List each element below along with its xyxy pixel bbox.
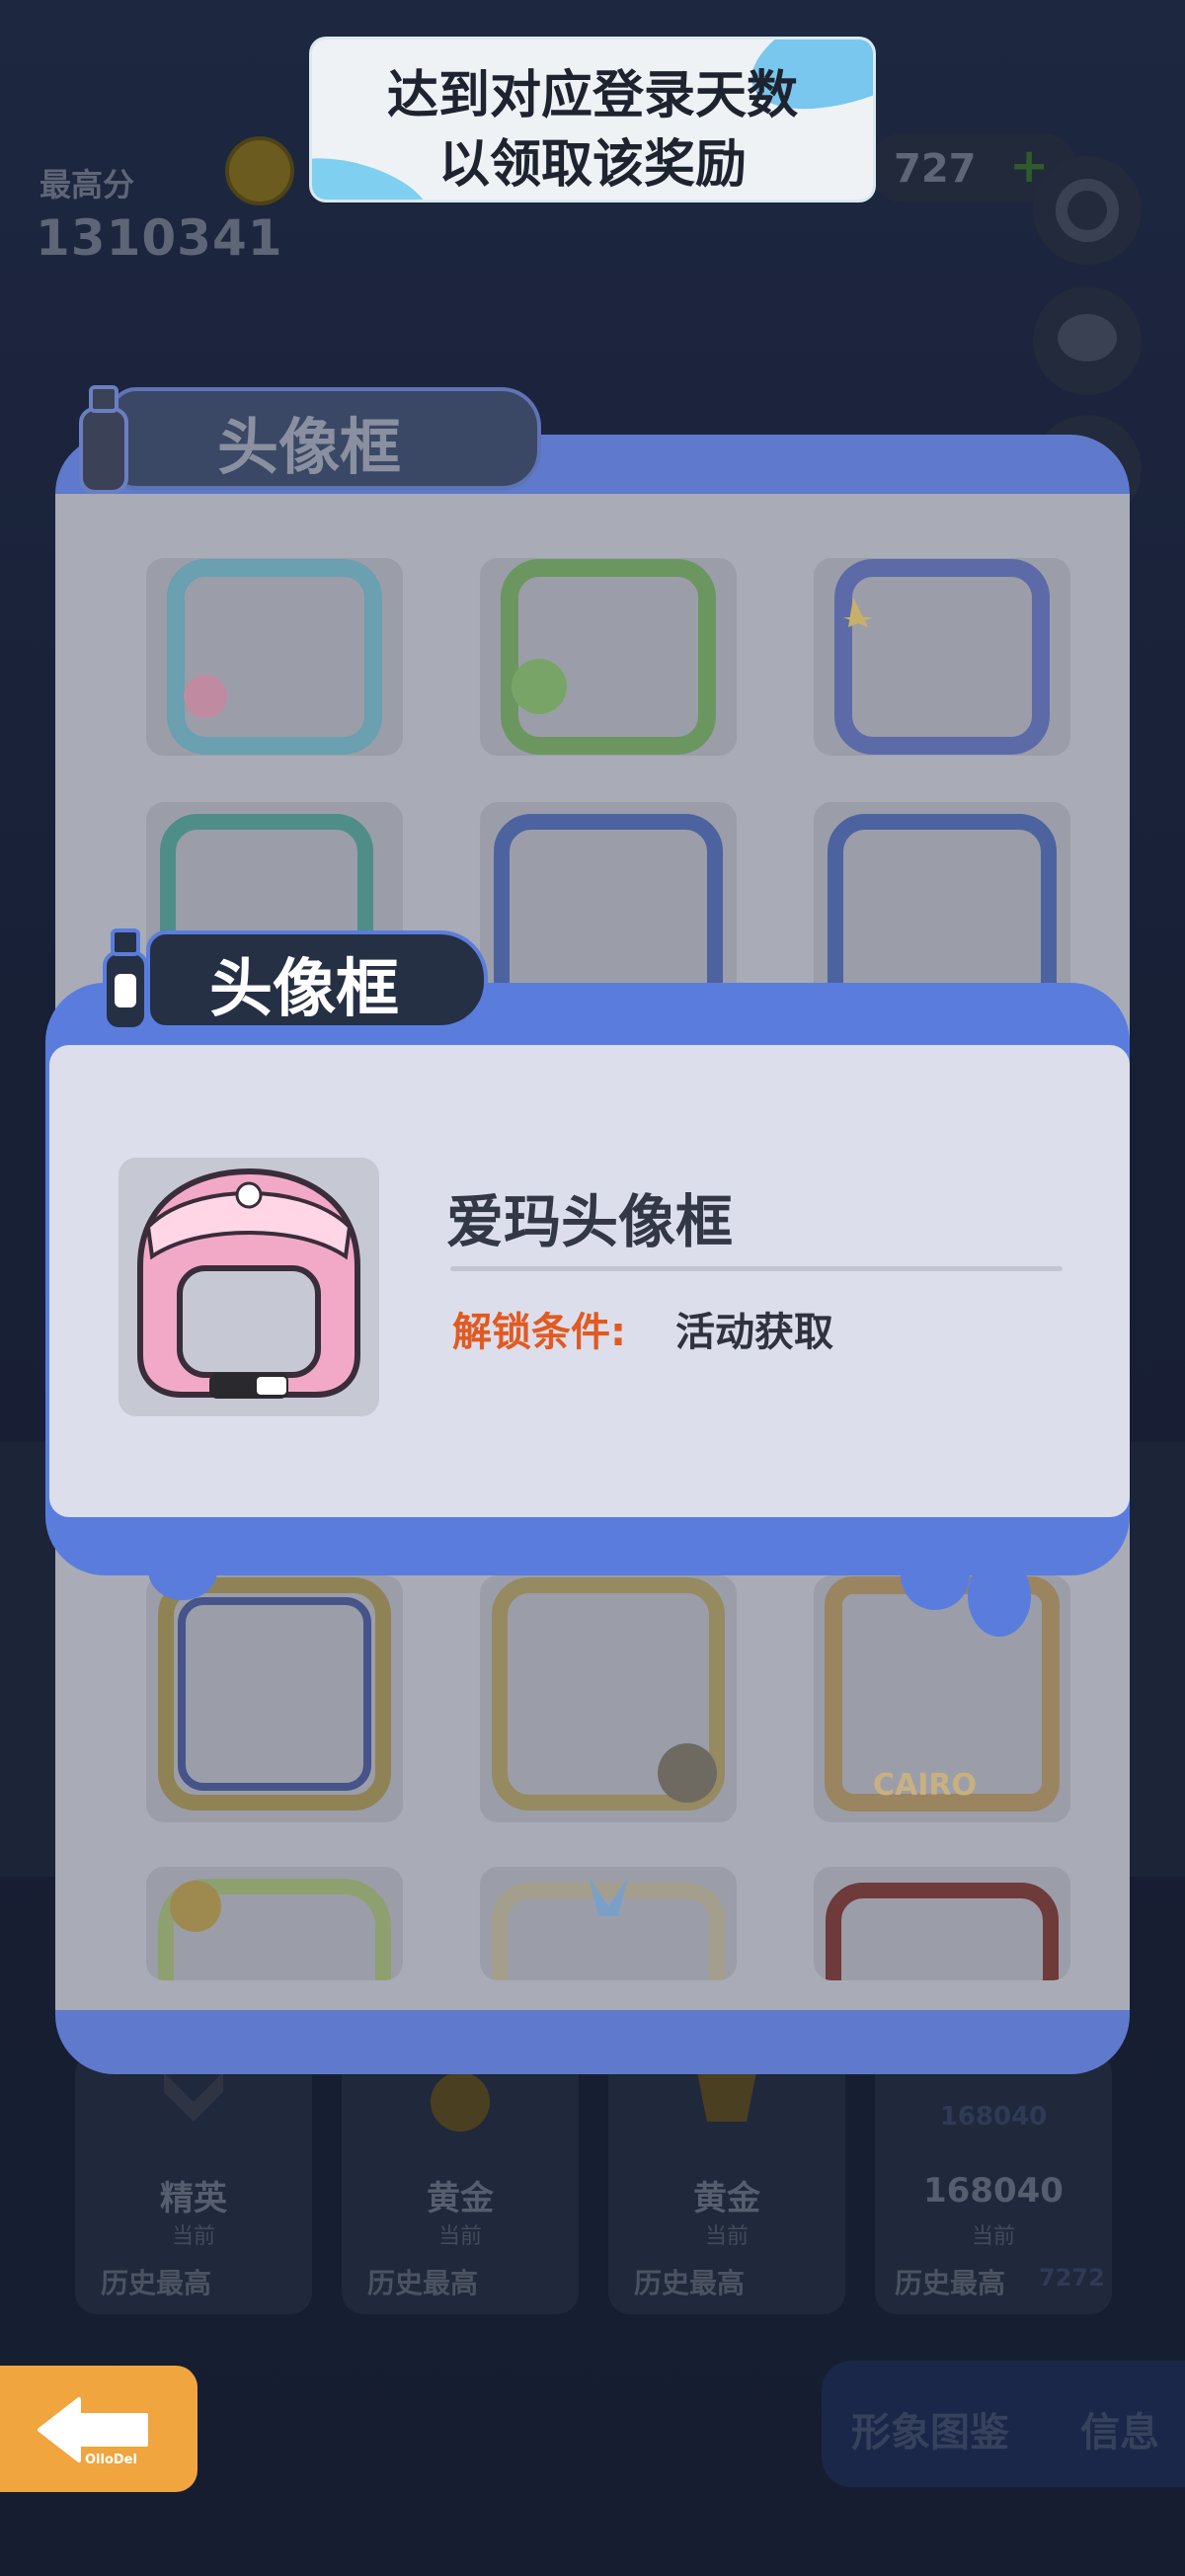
frame-slot[interactable]: [814, 802, 1070, 1000]
vine-frame-icon: [158, 1879, 391, 1980]
frame-slot[interactable]: [146, 558, 403, 756]
rank-history: 历史最高: [367, 2267, 479, 2299]
rank-history: 历史最高: [895, 2267, 1006, 2299]
settings-button[interactable]: [1033, 156, 1142, 265]
paint-drip: [968, 1556, 1031, 1637]
gold-badge-icon: [697, 2072, 756, 2122]
frame-slot[interactable]: [146, 1867, 403, 1980]
high-score-label: 最高分: [40, 166, 135, 203]
tab-info[interactable]: 信息: [1080, 2400, 1159, 2457]
coin-icon: [225, 136, 294, 205]
spray-can-icon: [103, 928, 148, 1031]
tooltip-line-2: 以领取该奖励: [437, 135, 747, 195]
cairo-frame-icon: CAIRO: [825, 1576, 1060, 1811]
frame-slot[interactable]: [814, 1867, 1070, 1980]
currency-value: 727: [894, 146, 977, 192]
chat-icon: [1058, 314, 1117, 362]
brand-label: OlloDel: [85, 2453, 137, 2467]
unlock-condition-value: 活动获取: [675, 1310, 833, 1355]
rank-sub: 当前: [971, 2224, 1015, 2249]
chat-button[interactable]: [1033, 286, 1142, 395]
serpent-frame-icon: [492, 1577, 725, 1811]
rank-card-2: 黄金 当前 历史最高: [342, 2053, 579, 2314]
blue-frame-icon: [494, 814, 723, 1000]
tooltip-line-1: 达到对应登录天数: [386, 66, 798, 125]
frame-slot[interactable]: [480, 1575, 737, 1822]
rank-name: 168040: [923, 2171, 1064, 2211]
frame-slot[interactable]: [814, 558, 1070, 756]
item-name: 爱玛头像框: [446, 1188, 734, 1255]
frame-slot[interactable]: [480, 1867, 737, 1980]
divider: [450, 1266, 1063, 1271]
rank-history: 历史最高: [634, 2267, 746, 2299]
egypt-frame-icon: [158, 1577, 391, 1811]
back-button[interactable]: OlloDel: [0, 2366, 198, 2492]
high-score-value: 1310341: [36, 209, 283, 267]
panel-title: 头像框: [217, 411, 402, 483]
helmet-frame-icon: [137, 1167, 360, 1399]
gold-badge-icon: [431, 2072, 490, 2132]
rank-name: 黄金: [427, 2179, 494, 2218]
crown-frame-icon: [492, 1877, 725, 1980]
rank-badge-value: 168040: [939, 2102, 1048, 2132]
dark-red-frame-icon: [826, 1883, 1059, 1980]
frame-slot[interactable]: [146, 1575, 403, 1822]
paint-drip: [148, 1541, 217, 1600]
frame-slot[interactable]: [480, 802, 737, 1000]
rank-sub: 当前: [704, 2224, 749, 2249]
rank-name: 精英: [160, 2179, 227, 2218]
rank-card-1: 精英 当前 历史最高: [75, 2053, 312, 2314]
unlock-condition-label: 解锁条件:: [452, 1310, 626, 1355]
frame-slot[interactable]: CAIRO: [814, 1575, 1070, 1822]
modal-title: 头像框: [209, 953, 399, 1026]
rank-sub: 当前: [171, 2224, 215, 2249]
rank-card-3: 黄金 当前 历史最高: [608, 2053, 845, 2314]
reward-tooltip: 达到对应登录天数 以领取该奖励: [312, 40, 873, 200]
wrench-frame-icon: [834, 559, 1050, 755]
rank-history-value: 7272: [1039, 2264, 1105, 2292]
rank-card-4: 168040 168040 当前 历史最高 7272: [875, 2053, 1112, 2314]
item-preview: [118, 1158, 379, 1416]
tab-appearance-gallery[interactable]: 形象图鉴: [851, 2400, 1009, 2457]
spray-can-icon: [79, 385, 128, 494]
paint-drip: [901, 1541, 970, 1610]
rank-name: 黄金: [693, 2179, 760, 2218]
svg-text:CAIRO: CAIRO: [873, 1768, 977, 1803]
leaf-frame-icon: [501, 559, 716, 755]
frame-slot[interactable]: [480, 558, 737, 756]
gear-icon: [1056, 179, 1119, 242]
rank-history: 历史最高: [101, 2267, 212, 2299]
rank-sub: 当前: [437, 2224, 482, 2249]
wave-frame-icon: [167, 559, 382, 755]
blue-frame-icon: [828, 814, 1057, 1000]
